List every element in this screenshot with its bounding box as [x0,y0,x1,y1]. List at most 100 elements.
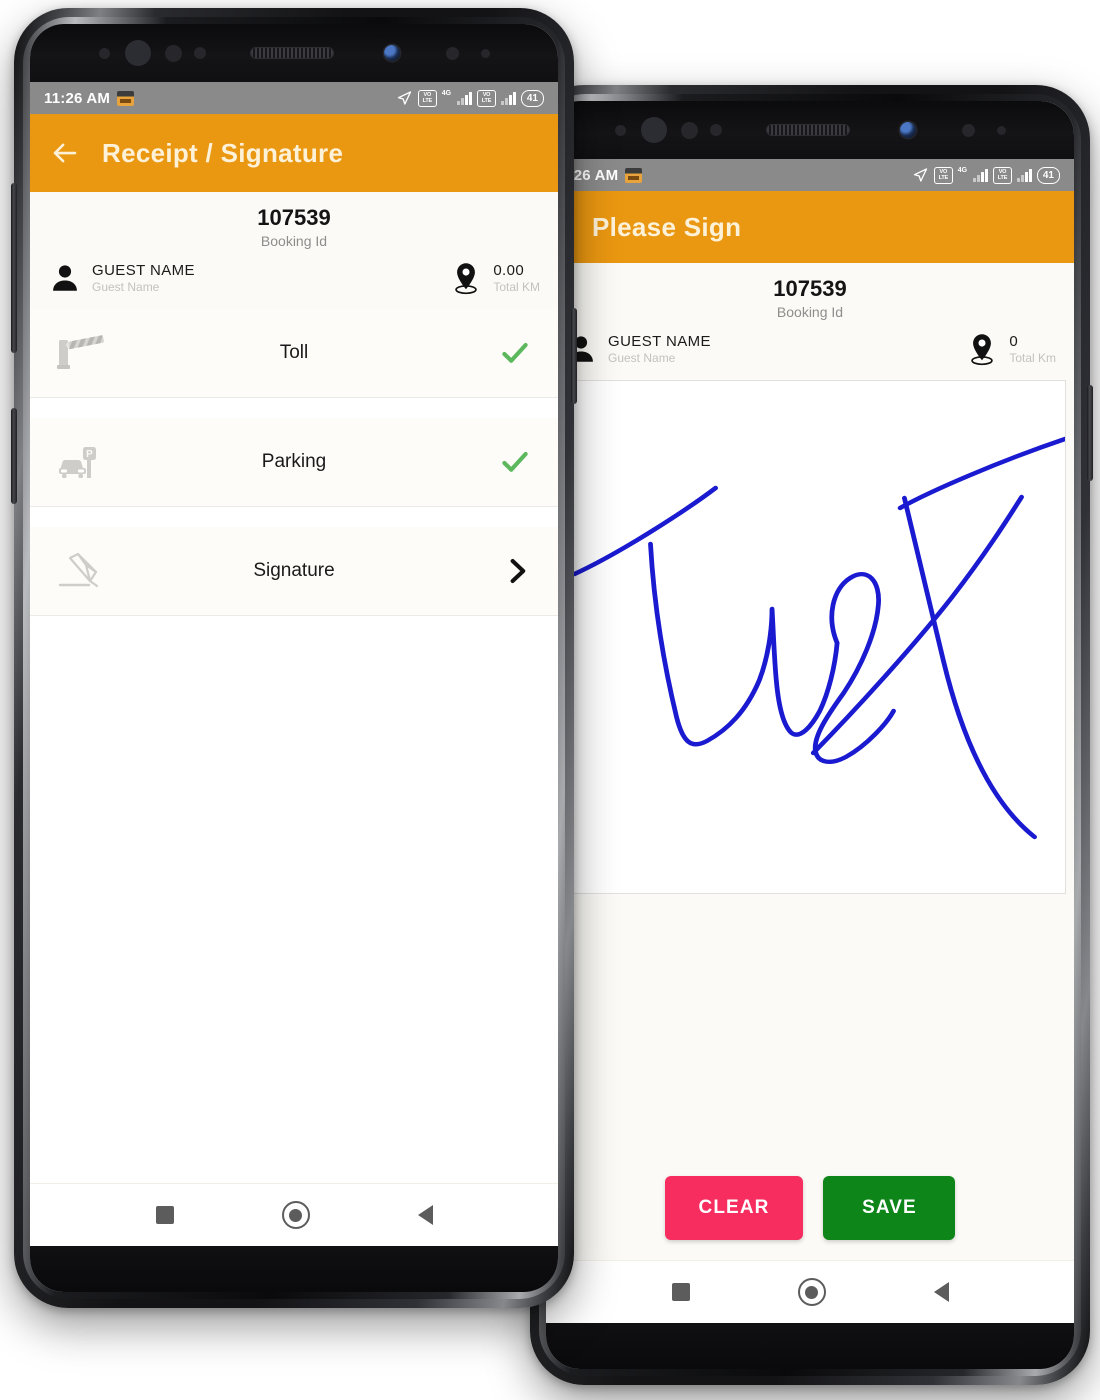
guest-info-right: GUEST NAME Guest Name [564,332,711,366]
status-icons-right: VO LTE 4G VO LTE 41 [912,166,1060,184]
phone-left: 11:26 AM VO LTE 4G VO LTE 41 Receipt / S… [11,8,577,1308]
volte-bottom: LTE [422,98,433,104]
light-sensor-icon [680,121,698,139]
check-icon [472,447,532,477]
signal-bars-icon [501,91,516,105]
guest-text-right: GUEST NAME Guest Name [608,333,711,366]
earpiece-speaker-icon [249,47,334,59]
toll-barrier-icon [56,334,116,372]
status-bar-left: 11:26 AM VO LTE 4G VO LTE 41 [30,82,558,114]
location-pin-icon [455,263,478,295]
list-item-toll[interactable]: Toll [30,309,558,399]
signature-canvas[interactable] [554,380,1066,895]
guest-info-left: GUEST NAME Guest Name [48,261,195,295]
status-time: 11:26 AM [44,89,111,107]
recents-button[interactable] [155,1206,174,1224]
light-sensor-icon [164,44,182,62]
guest-name-label: Guest Name [608,351,676,366]
sensor-dot-icon [193,47,206,59]
app-bar-left: Receipt / Signature [30,114,558,192]
android-nav-bar-left [30,1183,558,1246]
front-camera-icon [899,122,916,138]
signal-bars-icon [1017,168,1032,182]
receipt-options-list: Toll P Parking Signature [30,309,558,1183]
top-bezel-left [30,24,558,82]
guest-name-label: Guest Name [92,280,160,295]
back-arrow-icon[interactable] [50,138,80,168]
distance-info-left: 0.00 Total KM [449,261,540,295]
phone-screen-right: 1:26 AM VO LTE 4G VO LTE 41 Please Sign … [546,101,1074,1369]
status-bar-right: 1:26 AM VO LTE 4G VO LTE 41 [546,159,1074,191]
signature-actions: CLEAR SAVE [546,1150,1074,1260]
home-button[interactable] [281,1201,310,1229]
booking-id-value: 107539 [773,276,847,301]
power-button-left[interactable] [571,308,577,404]
iris-scanner-icon [640,117,667,143]
sensor-dot-icon [961,123,975,137]
total-km-label: Total Km [1009,351,1056,366]
volte-bottom: LTE [481,98,492,104]
app-bar-right: Please Sign [546,191,1074,263]
check-icon [472,338,532,368]
volte-bottom: LTE [938,175,949,181]
guest-name-value: GUEST NAME [92,261,195,279]
list-item-label: Parking [261,451,327,473]
signal-bars-icon [457,91,472,105]
bixby-button-left[interactable] [11,408,17,504]
volte-bottom: LTE [997,175,1008,181]
home-button[interactable] [797,1278,826,1306]
location-pin-icon [971,334,994,366]
page-title-right: Please Sign [592,211,742,242]
bottom-bezel-left [30,1246,558,1292]
proximity-sensor-icon [98,47,110,59]
parking-car-icon: P [56,442,116,482]
clear-button[interactable]: CLEAR [664,1176,804,1240]
total-km-value: 0.00 [493,261,525,279]
notification-app-icon [625,167,643,183]
list-item-label: Signature [253,560,335,582]
volte-icon: VO LTE [477,89,496,107]
recents-button[interactable] [671,1283,690,1301]
front-camera-icon [383,45,400,61]
screenshot-stage: 1:26 AM VO LTE 4G VO LTE 41 Please Sign … [0,0,1100,1400]
list-divider-gap [30,507,558,528]
booking-id-value: 107539 [257,205,331,230]
guest-name-value: GUEST NAME [608,332,711,350]
sensor-dot-icon [445,46,459,60]
booking-id-label: Booking Id [260,233,328,250]
distance-info-right: 0 Total Km [965,332,1056,366]
proximity-sensor-icon [614,124,626,136]
back-button[interactable] [933,1282,949,1302]
phone-right: 1:26 AM VO LTE 4G VO LTE 41 Please Sign … [530,85,1093,1385]
info-row-right: GUEST NAME Guest Name 0 Total Km [546,326,1074,381]
save-button[interactable]: SAVE [823,1176,956,1240]
sensor-dot-icon [480,48,490,58]
list-item-signature[interactable]: Signature [30,527,558,617]
svg-text:P: P [86,449,93,460]
distance-text-left: 0.00 Total KM [493,262,540,295]
iris-scanner-icon [124,40,151,66]
total-km-label: Total KM [493,280,540,295]
location-arrow-icon [913,168,927,182]
sensor-dot-icon [709,124,722,136]
booking-summary-left: 107539 Booking Id [30,192,558,256]
top-bezel-right [546,101,1074,159]
volume-button-left[interactable] [11,183,17,353]
signal-bars-icon [973,168,988,182]
list-item-parking[interactable]: P Parking [30,418,558,508]
list-item-label: Toll [279,342,309,364]
location-arrow-icon [397,91,411,105]
battery-indicator: 41 [520,89,544,107]
power-button-right[interactable] [1087,385,1093,481]
android-nav-bar-right [546,1260,1074,1323]
earpiece-speaker-icon [765,124,850,136]
app-please-sign: 1:26 AM VO LTE 4G VO LTE 41 Please Sign … [546,159,1074,1323]
back-button[interactable] [417,1205,433,1225]
signature-pen-icon [56,550,116,592]
booking-id-label: Booking Id [776,304,844,321]
signature-drawing [572,436,1065,840]
info-row-left: GUEST NAME Guest Name 0.00 Total KM [30,255,558,310]
volte-icon: VO LTE [993,166,1012,184]
network-type-label: 4G [957,166,968,174]
sensor-dot-icon [996,125,1006,135]
